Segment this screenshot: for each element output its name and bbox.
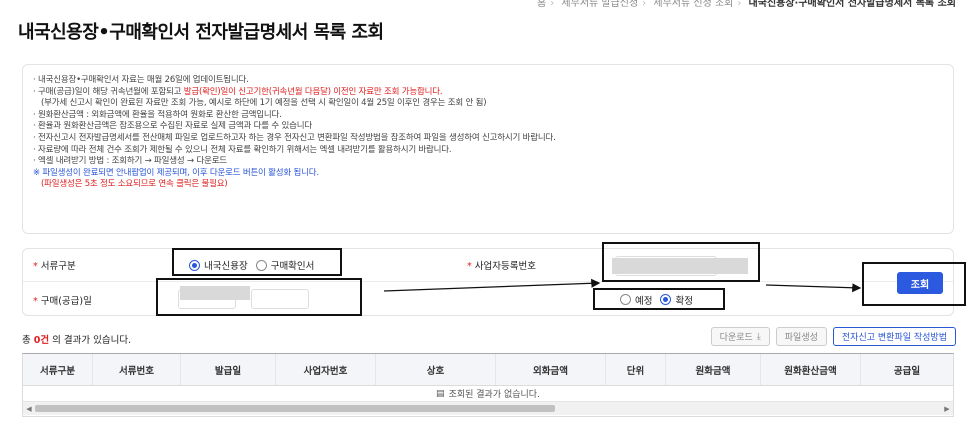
- result-toolbar: 다운로드 ⤓ 파일생성 전자신고 변환파일 작성방법: [710, 327, 956, 346]
- notice-line: · 내국신용장•구매확인서 자료는 매월 26일에 업데이트됩니다.: [33, 75, 249, 85]
- breadcrumb-item[interactable]: 세무서류 발급신청: [561, 0, 638, 8]
- notice-line: ※ 파일생성이 완료되면 안내팝업이 제공되며, 이후 다운로드 버튼이 활성화…: [33, 167, 319, 178]
- notice-line: · 자료량에 따라 전체 건수 조회가 제한될 수 있으니 전체 자료를 확인하…: [33, 144, 452, 155]
- breadcrumb-current: 내국신용장·구매확인서 전자발급명세서 목록 조회: [748, 0, 956, 8]
- document-icon: ▤: [436, 388, 445, 399]
- notice-line: · 엑셀 내려받기 방법 : 조회하기 → 파일생성 → 다운로드: [33, 156, 227, 167]
- doc-type-label: * 서류구분: [33, 261, 76, 272]
- empty-row: ▤ 조회된 결과가 없습니다.: [23, 386, 953, 402]
- column-header: 서류번호: [93, 354, 181, 385]
- empty-message: 조회된 결과가 없습니다.: [448, 390, 540, 400]
- search-button[interactable]: 조회: [897, 272, 943, 294]
- notice-text: · 구매(공급)일이 해당 귀속년월에 포함되고: [33, 86, 184, 97]
- scroll-left-icon[interactable]: ◀: [23, 402, 35, 415]
- notice-highlight: 발급(확인)일이 신고기한(귀속년월 다음달) 이전인 자료만 조회 가능합니다…: [183, 86, 443, 97]
- scroll-right-icon[interactable]: ▶: [941, 402, 953, 415]
- download-icon: ⤓: [756, 331, 761, 342]
- result-table: 서류구분 서류번호 발급일 사업자번호 상호 외화금액 단위 원화금액 원화환산…: [22, 353, 954, 417]
- notice-line: · 환율과 원화환산금액은 참조용으로 수집된 자료로 실제 금액과 다를 수 …: [33, 121, 312, 132]
- notice-line: · 구매(공급)일이 해당 귀속년월에 포함되고 발급(확인)일이 신고기한(귀…: [33, 87, 943, 99]
- annotation-box: [593, 288, 725, 310]
- column-header: 외화금액: [496, 354, 606, 385]
- column-header: 사업자번호: [276, 354, 376, 385]
- column-header: 원화환산금액: [761, 354, 861, 385]
- notice-line: · 전자신고시 전자발급명세서를 전산매체 파일로 업로드하고자 하는 경우 전…: [33, 132, 556, 143]
- column-header: 단위: [606, 354, 666, 385]
- file-create-button[interactable]: 파일생성: [775, 327, 827, 346]
- annotation-box: [602, 242, 760, 282]
- column-header: 서류구분: [23, 354, 93, 385]
- result-count-number: 0건: [33, 335, 50, 346]
- breadcrumb-home[interactable]: 홈: [537, 0, 546, 8]
- horizontal-scrollbar[interactable]: ◀ ▶: [23, 402, 953, 415]
- scrollbar-thumb[interactable]: [35, 405, 555, 412]
- notice-line: · 원화환산금액 : 외화금액에 환율을 적용하여 원화로 환산한 금액입니다.: [33, 109, 282, 120]
- page-title: 내국신용장•구매확인서 전자발급명세서 목록 조회: [18, 22, 384, 43]
- annotation-box: [156, 278, 362, 316]
- breadcrumb: 홈 › 세무서류 발급신청 › 세무서류 신청 조회 › 내국신용장·구매확인서 전자…: [537, 0, 956, 8]
- column-header: 상호: [376, 354, 496, 385]
- convert-guide-button[interactable]: 전자신고 변환파일 작성방법: [832, 327, 956, 346]
- download-button[interactable]: 다운로드 ⤓: [710, 327, 770, 346]
- column-header: 공급일: [893, 365, 921, 377]
- column-header: 원화금액: [666, 354, 761, 385]
- column-header: 발급일: [181, 354, 276, 385]
- notice-line: (파일생성은 5초 정도 소요되므로 연속 클릭은 불필요): [41, 179, 228, 190]
- breadcrumb-item[interactable]: 세무서류 신청 조회: [653, 0, 733, 8]
- biz-no-label: * 사업자등록번호: [467, 261, 536, 272]
- notice-line: (부가세 신고시 확인이 완료된 자료만 조회 가능, 예시로 하단에 1기 예…: [41, 98, 487, 109]
- table-header: 서류구분 서류번호 발급일 사업자번호 상호 외화금액 단위 원화금액 원화환산…: [23, 354, 953, 386]
- purchase-date-label: * 구매(공급)일: [33, 295, 92, 307]
- result-count: 총 0건 의 결과가 있습니다.: [22, 335, 132, 346]
- annotation-box: [172, 248, 342, 276]
- notice-box: · 내국신용장•구매확인서 자료는 매월 26일에 업데이트됩니다. · 구매(…: [22, 64, 954, 234]
